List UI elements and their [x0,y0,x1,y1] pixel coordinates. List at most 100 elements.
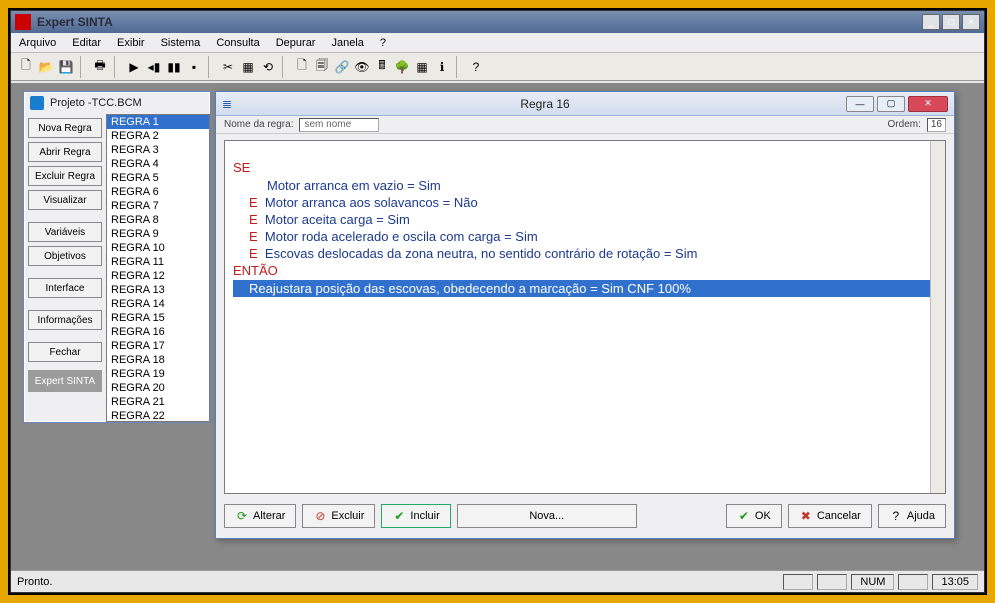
grid-icon[interactable]: ▦ [413,58,431,76]
project-icon [30,96,44,110]
informacoes-button[interactable]: Informações [28,310,102,330]
rule-list-item[interactable]: REGRA 4 [107,157,209,171]
kw-se: SE [233,160,250,175]
rule-list-item[interactable]: REGRA 19 [107,367,209,381]
new-icon[interactable]: 🗋 [17,58,35,76]
rule-list-item[interactable]: REGRA 14 [107,297,209,311]
cancelar-button[interactable]: ✖Cancelar [788,504,872,528]
rule-list-item[interactable]: REGRA 12 [107,269,209,283]
main-titlebar: Expert SINTA _ □ × [11,11,984,33]
menu-editar[interactable]: Editar [72,37,101,49]
rule-list-item[interactable]: REGRA 8 [107,213,209,227]
doc1-icon[interactable]: 🗋 [293,58,311,76]
rule-list-item[interactable]: REGRA 17 [107,339,209,353]
rule-name-input[interactable]: sem nome [299,118,379,132]
stop-icon[interactable]: ▪ [185,58,203,76]
rule-list-item[interactable]: REGRA 6 [107,185,209,199]
rule-list-item[interactable]: REGRA 21 [107,395,209,409]
doc2-icon[interactable]: 🗐 [313,58,331,76]
status-cell-2 [817,574,847,590]
rule-list-item[interactable]: REGRA 2 [107,129,209,143]
nova-regra-button[interactable]: Nova Regra [28,118,102,138]
tree-icon[interactable]: 🌳 [393,58,411,76]
step-back-icon[interactable]: ◂▮ [145,58,163,76]
ok-button[interactable]: ✔OK [726,504,782,528]
menu-exibir[interactable]: Exibir [117,37,145,49]
rule-list-item[interactable]: REGRA 18 [107,353,209,367]
menu-janela[interactable]: Janela [331,37,363,49]
rule-list-item[interactable]: REGRA 5 [107,171,209,185]
cond-5: Escovas deslocadas da zona neutra, no se… [265,246,698,261]
app-icon [15,14,31,30]
rule-list-item[interactable]: REGRA 13 [107,283,209,297]
menu-sistema[interactable]: Sistema [161,37,201,49]
tool2-icon[interactable]: ▦ [239,58,257,76]
rule-scrollbar[interactable] [930,141,945,493]
menu-consulta[interactable]: Consulta [216,37,259,49]
save-icon[interactable]: 💾 [57,58,75,76]
rule-actions: ⟳Alterar ⊘Excluir ✔Incluir Nova... ✔OK ✖… [224,502,946,530]
rule-content[interactable]: SE Motor arranca em vazio = Sim E Motor … [224,140,946,494]
maximize-button[interactable]: □ [942,14,960,30]
no-icon: ⊘ [313,509,327,523]
cond-1: Motor arranca em vazio = Sim [233,177,937,194]
excluir-button[interactable]: ⊘Excluir [302,504,375,528]
rule-list-item[interactable]: REGRA 15 [107,311,209,325]
main-window: Expert SINTA _ □ × Arquivo Editar Exibir… [10,10,985,593]
menu-help[interactable]: ? [380,37,386,49]
incluir-button[interactable]: ✔Incluir [381,504,450,528]
open-icon[interactable]: 📂 [37,58,55,76]
alterar-button[interactable]: ⟳Alterar [224,504,296,528]
menu-depurar[interactable]: Depurar [276,37,316,49]
rule-list-item[interactable]: REGRA 16 [107,325,209,339]
rule-list-item[interactable]: REGRA 9 [107,227,209,241]
minimize-button[interactable]: _ [922,14,940,30]
rule-list-item[interactable]: REGRA 11 [107,255,209,269]
fechar-button[interactable]: Fechar [28,342,102,362]
rule-list-item[interactable]: REGRA 22 [107,409,209,422]
excluir-regra-button[interactable]: Excluir Regra [28,166,102,186]
cond-3: Motor aceita carga = Sim [265,212,410,227]
interface-button[interactable]: Interface [28,278,102,298]
rule-list-item[interactable]: REGRA 20 [107,381,209,395]
help-icon[interactable]: ? [467,58,485,76]
pause-icon[interactable]: ▮▮ [165,58,183,76]
print-icon[interactable]: 🖶 [91,58,109,76]
toolbar: 🗋 📂 💾 🖶 ▶ ◂▮ ▮▮ ▪ ✂ ▦ ⟲ 🗋 🗐 🔗 👁 🖩 🌳 ▦ ℹ … [11,53,984,81]
abrir-regra-button[interactable]: Abrir Regra [28,142,102,162]
nova-button[interactable]: Nova... [457,504,637,528]
link-icon[interactable]: 🔗 [333,58,351,76]
rule-editor-window: ≣ Regra 16 — ▢ ✕ Nome da regra: sem nome… [215,91,955,539]
objetivos-button[interactable]: Objetivos [28,246,102,266]
ajuda-button[interactable]: ?Ajuda [878,504,946,528]
tool1-icon[interactable]: ✂ [219,58,237,76]
status-num: NUM [851,574,894,590]
status-cell-3 [898,574,928,590]
eye-icon[interactable]: 👁 [353,58,371,76]
help-small-icon: ? [889,509,903,523]
project-title: Projeto -TCC.BCM [50,97,142,109]
menu-arquivo[interactable]: Arquivo [19,37,56,49]
rule-close-button[interactable]: ✕ [908,96,948,112]
conclusion-selected[interactable]: Reajustara posição das escovas, obedecen… [233,280,937,297]
rule-order-label: Ordem: [888,119,921,130]
expert-sinta-button[interactable]: Expert SINTA [28,370,102,392]
rule-list-item[interactable]: REGRA 3 [107,143,209,157]
variaveis-button[interactable]: Variáveis [28,222,102,242]
rule-window-title: Regra 16 [244,97,846,111]
play-icon[interactable]: ▶ [125,58,143,76]
rule-maximize-button[interactable]: ▢ [877,96,905,112]
info-icon[interactable]: ℹ [433,58,451,76]
rule-order-value[interactable]: 16 [927,118,946,132]
rule-minimize-button[interactable]: — [846,96,874,112]
check-icon: ✔ [392,509,406,523]
rule-list-item[interactable]: REGRA 7 [107,199,209,213]
visualizar-button[interactable]: Visualizar [28,190,102,210]
rule-list-item[interactable]: REGRA 1 [107,115,209,129]
tool3-icon[interactable]: ⟲ [259,58,277,76]
rule-list-item[interactable]: REGRA 10 [107,241,209,255]
rule-list[interactable]: REGRA 1REGRA 2REGRA 3REGRA 4REGRA 5REGRA… [106,114,210,422]
close-button[interactable]: × [962,14,980,30]
calc-icon[interactable]: 🖩 [373,58,391,76]
rule-name-label: Nome da regra: [224,119,293,130]
